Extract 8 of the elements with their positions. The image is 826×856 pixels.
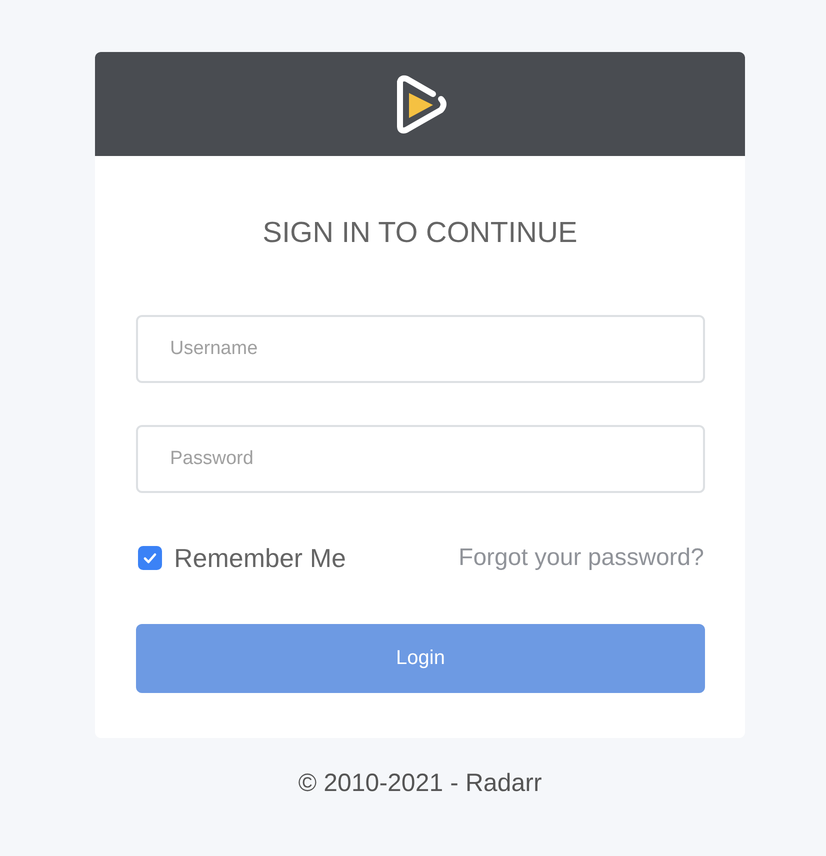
password-field[interactable]: Password: [136, 425, 705, 493]
username-field[interactable]: Username: [136, 315, 705, 383]
copyright-text: © 2010-2021 - Radarr: [298, 769, 542, 797]
forgot-password-link[interactable]: Forgot your password?: [458, 544, 704, 572]
heading: SIGN IN TO CONTINUE: [262, 216, 578, 250]
remember-label: Remember Me: [174, 542, 346, 574]
login-button[interactable]: Login: [136, 624, 705, 693]
remember-checkbox[interactable]: [138, 546, 162, 570]
